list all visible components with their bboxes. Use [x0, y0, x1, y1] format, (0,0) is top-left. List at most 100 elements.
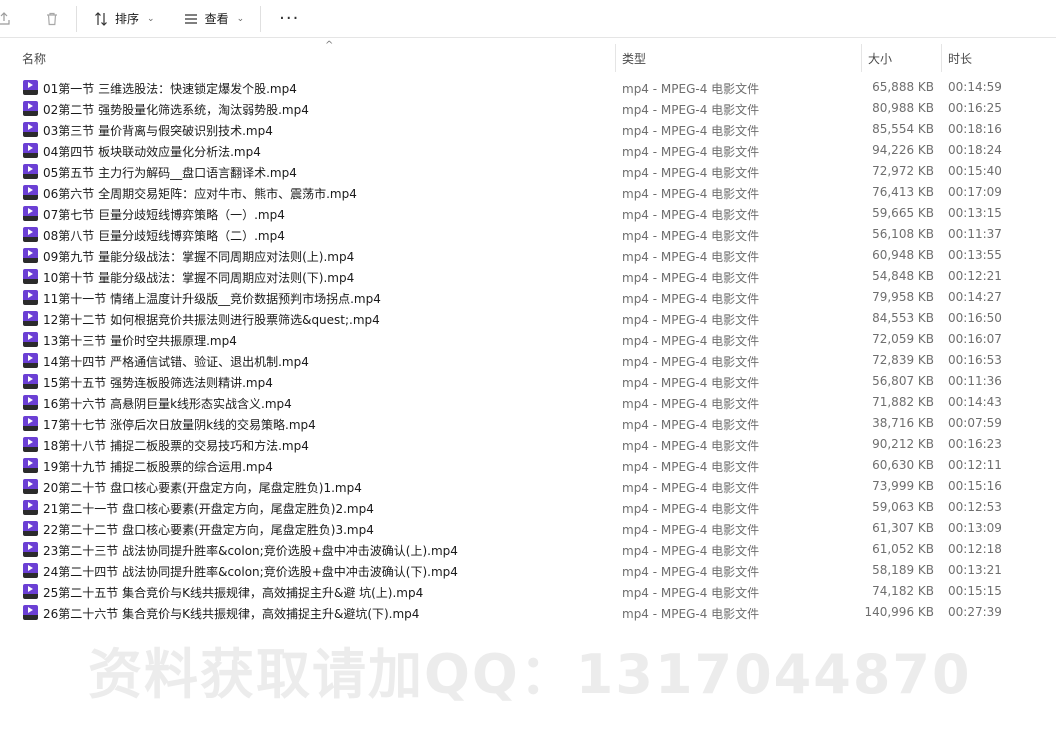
file-row[interactable]: 10第十节 量能分级战法：掌握不同周期应对法则(下).mp4 mp4 - MPEG… — [0, 266, 1056, 287]
mp4-file-icon — [23, 227, 38, 242]
file-size: 74,182 KB — [872, 584, 934, 598]
mp4-file-icon — [23, 416, 38, 431]
file-row[interactable]: 12第十二节 如何根据竞价共振法则进行股票筛选&quest;.mp4 mp4 - … — [0, 308, 1056, 329]
file-row[interactable]: 14第十四节 严格通信试错、验证、退出机制.mp4 mp4 - MPEG-4 电影… — [0, 350, 1056, 371]
file-row[interactable]: 24第二十四节 战法协同提升胜率&colon;竞价选股+盘中冲击波确认(下).m… — [0, 560, 1056, 581]
file-row[interactable]: 16第十六节 高悬阴巨量k线形态实战含义.mp4 mp4 - MPEG-4 电影文… — [0, 392, 1056, 413]
mp4-file-icon — [23, 185, 38, 200]
file-name: 26第二十六节 集合竞价与K线共振规律，高效捕捉主升&避坑(下).mp4 — [43, 607, 420, 621]
file-row[interactable]: 22第二十二节 盘口核心要素(开盘定方向，尾盘定胜负)3.mp4 mp4 - MP… — [0, 518, 1056, 539]
sort-label: 排序 — [115, 12, 140, 26]
file-size: 90,212 KB — [872, 437, 934, 451]
mp4-file-icon — [23, 206, 38, 221]
file-size: 72,839 KB — [872, 353, 934, 367]
file-size: 76,413 KB — [872, 185, 934, 199]
file-duration: 00:15:16 — [948, 479, 1002, 493]
trash-icon-glyph — [47, 12, 57, 25]
file-name: 24第二十四节 战法协同提升胜率&colon;竞价选股+盘中冲击波确认(下).m… — [43, 565, 458, 579]
sort-button[interactable]: 排序 ⌄ — [85, 5, 163, 33]
column-header-size[interactable]: 大小 — [861, 44, 941, 72]
file-type: mp4 - MPEG-4 电影文件 — [622, 271, 760, 285]
mp4-file-icon — [23, 80, 38, 95]
column-header-type[interactable]: 类型 — [615, 44, 861, 72]
file-size: 72,059 KB — [872, 332, 934, 346]
file-row[interactable]: 15第十五节 强势连板股筛选法则精讲.mp4 mp4 - MPEG-4 电影文件 5… — [0, 371, 1056, 392]
file-row[interactable]: 09第九节 量能分级战法：掌握不同周期应对法则(上).mp4 mp4 - MPEG… — [0, 245, 1056, 266]
file-type: mp4 - MPEG-4 电影文件 — [622, 481, 760, 495]
file-name: 12第十二节 如何根据竞价共振法则进行股票筛选&quest;.mp4 — [43, 313, 380, 327]
mp4-file-icon — [23, 290, 38, 305]
mp4-file-icon — [23, 437, 38, 452]
sort-icon — [95, 11, 107, 26]
file-name: 06第六节 全周期交易矩阵：应对牛市、熊市、震荡市.mp4 — [43, 187, 357, 201]
column-header-name-label: 名称 — [22, 51, 47, 66]
file-row[interactable]: 07第七节 巨量分歧短线博弈策略（一）.mp4 mp4 - MPEG-4 电影文件… — [0, 203, 1056, 224]
file-size: 59,665 KB — [872, 206, 934, 220]
file-type: mp4 - MPEG-4 电影文件 — [622, 103, 760, 117]
file-row[interactable]: 25第二十五节 集合竞价与K线共振规律，高效捕捉主升&避 坑(上).mp4 mp4… — [0, 581, 1056, 602]
file-row[interactable]: 08第八节 巨量分歧短线博弈策略（二）.mp4 mp4 - MPEG-4 电影文件… — [0, 224, 1056, 245]
more-options-button[interactable]: ··· — [269, 9, 309, 28]
file-duration: 00:11:36 — [948, 374, 1002, 388]
file-duration: 00:12:21 — [948, 269, 1002, 283]
chevron-down-icon: ⌄ — [236, 13, 245, 24]
mp4-file-icon — [23, 143, 38, 158]
file-type: mp4 - MPEG-4 电影文件 — [622, 418, 760, 432]
file-size: 84,553 KB — [872, 311, 934, 325]
mp4-file-icon — [23, 374, 38, 389]
file-size: 72,972 KB — [872, 164, 934, 178]
file-row[interactable]: 02第二节 强势股量化筛选系统，淘汰弱势股.mp4 mp4 - MPEG-4 电影… — [0, 98, 1056, 119]
file-type: mp4 - MPEG-4 电影文件 — [622, 523, 760, 537]
file-type: mp4 - MPEG-4 电影文件 — [622, 208, 760, 222]
mp4-file-icon — [23, 122, 38, 137]
file-row[interactable]: 23第二十三节 战法协同提升胜率&colon;竞价选股+盘中冲击波确认(上).m… — [0, 539, 1056, 560]
file-name: 20第二十节 盘口核心要素(开盘定方向，尾盘定胜负)1.mp4 — [43, 481, 362, 495]
file-row[interactable]: 19第十九节 捕捉二板股票的综合运用.mp4 mp4 - MPEG-4 电影文件 6… — [0, 455, 1056, 476]
file-name: 18第十八节 捕捉二板股票的交易技巧和方法.mp4 — [43, 439, 309, 453]
file-name: 02第二节 强势股量化筛选系统，淘汰弱势股.mp4 — [43, 103, 309, 117]
file-size: 65,888 KB — [872, 80, 934, 94]
file-row[interactable]: 18第十八节 捕捉二板股票的交易技巧和方法.mp4 mp4 - MPEG-4 电影… — [0, 434, 1056, 455]
share-icon[interactable] — [0, 9, 14, 29]
file-row[interactable]: 20第二十节 盘口核心要素(开盘定方向，尾盘定胜负)1.mp4 mp4 - MPE… — [0, 476, 1056, 497]
file-name: 07第七节 巨量分歧短线博弈策略（一）.mp4 — [43, 208, 285, 222]
mp4-file-icon — [23, 605, 38, 620]
file-duration: 00:18:24 — [948, 143, 1002, 157]
file-name: 10第十节 量能分级战法：掌握不同周期应对法则(下).mp4 — [43, 271, 355, 285]
file-row[interactable]: 21第二十一节 盘口核心要素(开盘定方向，尾盘定胜负)2.mp4 mp4 - MP… — [0, 497, 1056, 518]
file-row[interactable]: 13第十三节 量价时空共振原理.mp4 mp4 - MPEG-4 电影文件 72,0… — [0, 329, 1056, 350]
file-row[interactable]: 01第一节 三维选股法：快速锁定爆发个股.mp4 mp4 - MPEG-4 电影文… — [0, 77, 1056, 98]
file-duration: 00:16:07 — [948, 332, 1002, 346]
column-header-duration[interactable]: 时长 — [941, 44, 1056, 72]
view-label: 查看 — [204, 12, 229, 26]
file-name: 16第十六节 高悬阴巨量k线形态实战含义.mp4 — [43, 397, 292, 411]
mp4-file-icon — [23, 332, 38, 347]
share-icon-glyph — [0, 11, 10, 25]
view-button[interactable]: 查看 ⌄ — [175, 5, 253, 33]
file-size: 58,189 KB — [872, 563, 934, 577]
file-row[interactable]: 05第五节 主力行为解码__盘口语言翻译术.mp4 mp4 - MPEG-4 电影… — [0, 161, 1056, 182]
file-row[interactable]: 04第四节 板块联动效应量化分析法.mp4 mp4 - MPEG-4 电影文件 94… — [0, 140, 1056, 161]
file-size: 80,988 KB — [872, 101, 934, 115]
file-row[interactable]: 11第十一节 情绪上温度计升级版__竞价数据预判市场拐点.mp4 mp4 - MP… — [0, 287, 1056, 308]
file-size: 61,307 KB — [872, 521, 934, 535]
file-row[interactable]: 17第十七节 涨停后次日放量阴k线的交易策略.mp4 mp4 - MPEG-4 电… — [0, 413, 1056, 434]
file-duration: 00:16:25 — [948, 101, 1002, 115]
file-type: mp4 - MPEG-4 电影文件 — [622, 586, 760, 600]
file-row[interactable]: 03第三节 量价背离与假突破识别技术.mp4 mp4 - MPEG-4 电影文件 8… — [0, 119, 1056, 140]
file-row[interactable]: 26第二十六节 集合竞价与K线共振规律，高效捕捉主升&避坑(下).mp4 mp4 … — [0, 602, 1056, 623]
file-duration: 00:12:18 — [948, 542, 1002, 556]
mp4-file-icon — [23, 500, 38, 515]
column-header-row: 名称 ^ 类型 大小 时长 — [0, 40, 1056, 72]
file-duration: 00:16:50 — [948, 311, 1002, 325]
delete-icon[interactable] — [42, 9, 62, 29]
mp4-file-icon — [23, 164, 38, 179]
file-name: 11第十一节 情绪上温度计升级版__竞价数据预判市场拐点.mp4 — [43, 292, 381, 306]
file-duration: 00:12:11 — [948, 458, 1002, 472]
file-name: 21第二十一节 盘口核心要素(开盘定方向，尾盘定胜负)2.mp4 — [43, 502, 374, 516]
file-size: 54,848 KB — [872, 269, 934, 283]
file-row[interactable]: 06第六节 全周期交易矩阵：应对牛市、熊市、震荡市.mp4 mp4 - MPEG-… — [0, 182, 1056, 203]
file-name: 08第八节 巨量分歧短线博弈策略（二）.mp4 — [43, 229, 285, 243]
column-header-name[interactable]: 名称 ^ — [16, 40, 614, 72]
view-icon — [184, 13, 197, 24]
